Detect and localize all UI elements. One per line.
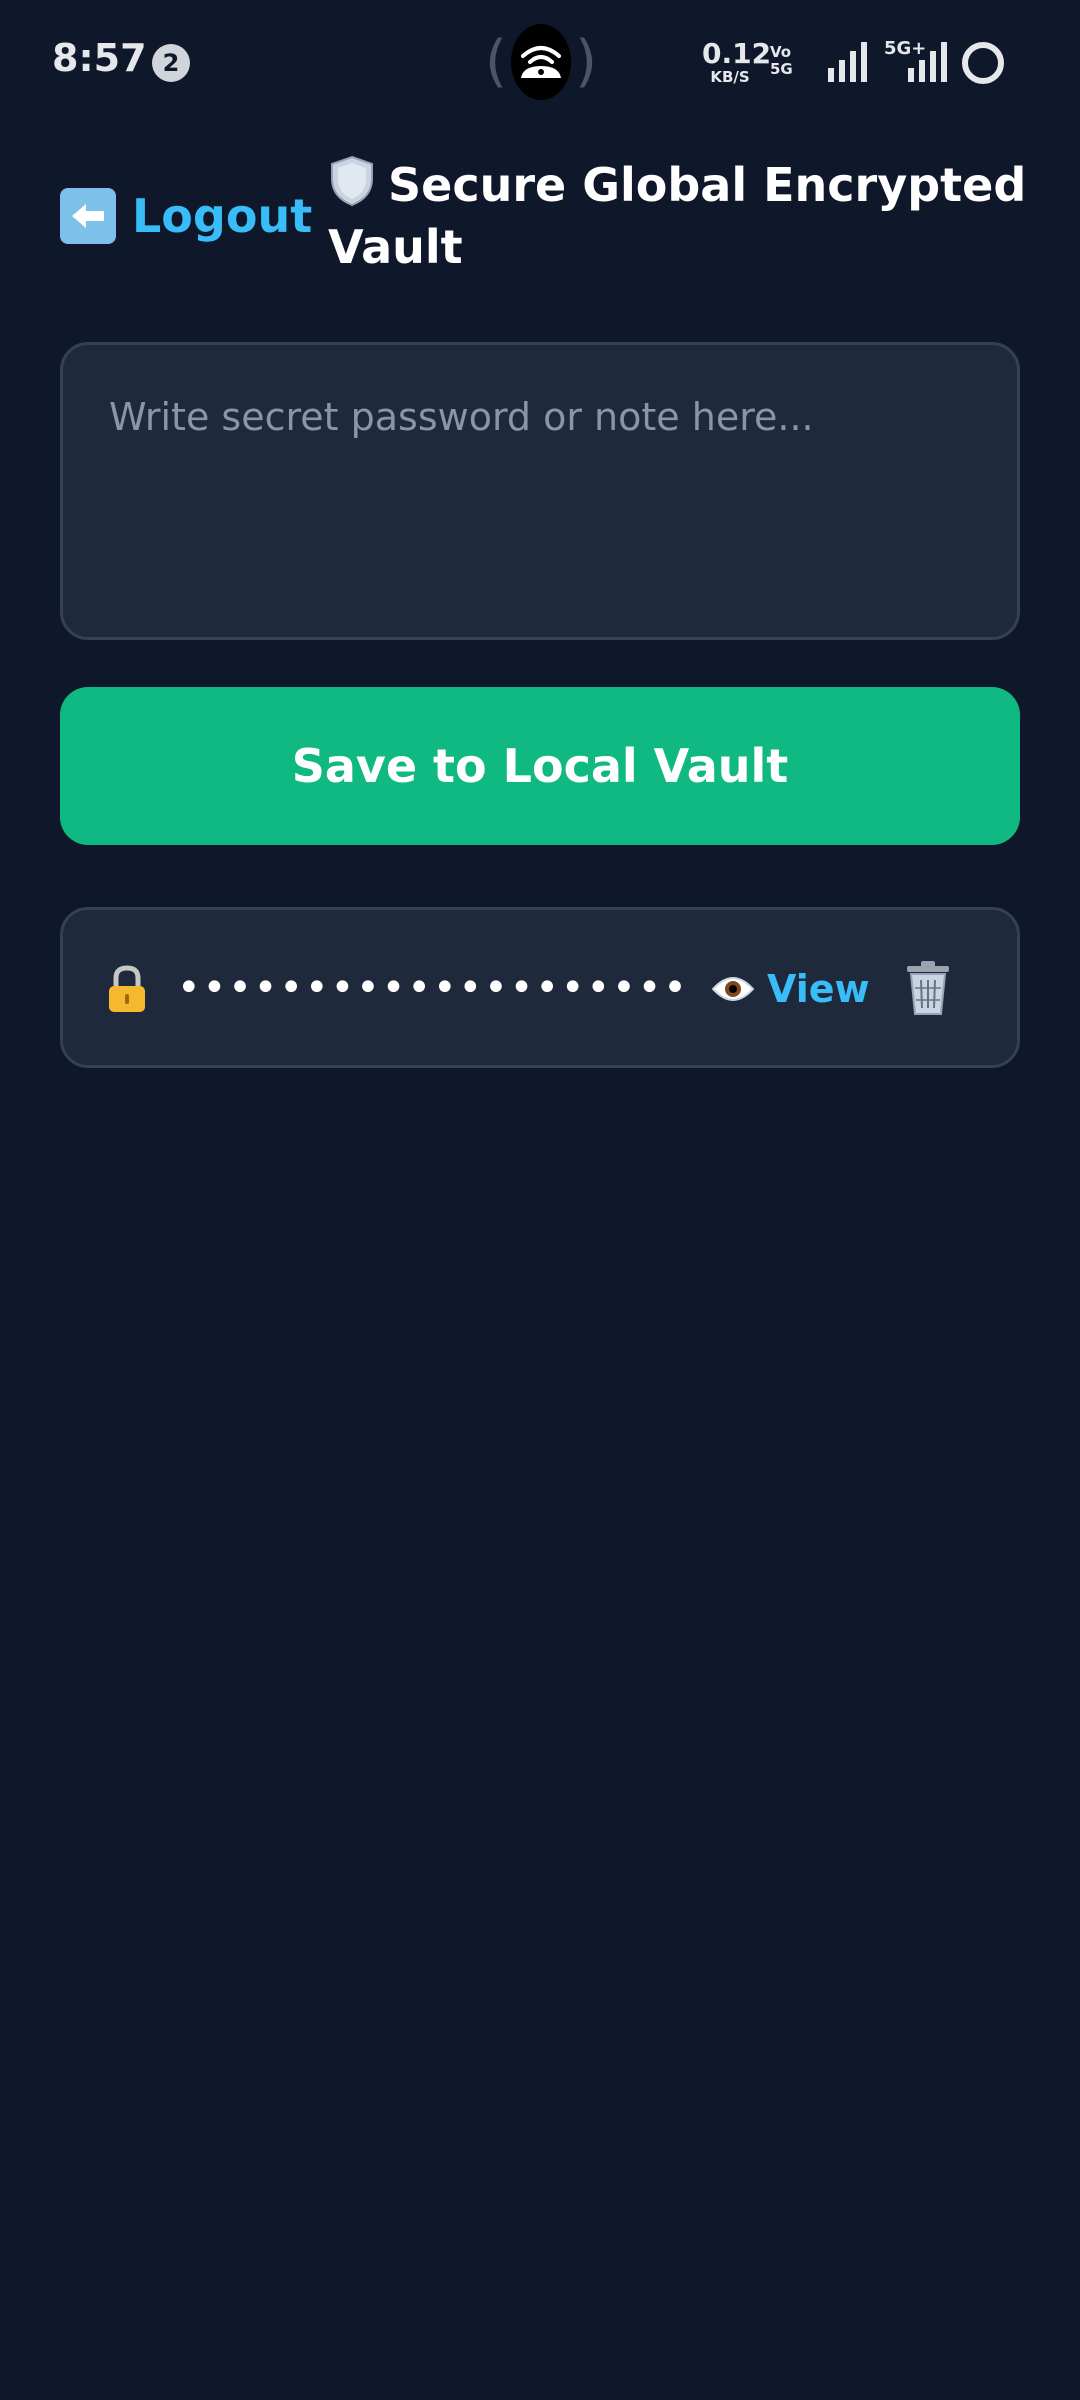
network-speed: 0.12 KB/S <box>702 37 772 86</box>
view-label: View <box>767 967 870 1011</box>
network-speed-value: 0.12 <box>702 37 772 70</box>
lock-icon <box>109 965 145 1012</box>
back-arrow-icon <box>60 188 116 244</box>
network-speed-unit: KB/S <box>710 68 750 86</box>
volte-indicator: Vo 5G <box>770 43 793 79</box>
masked-secret-value: •••••••••••••••••••• <box>177 965 689 1011</box>
logout-button[interactable]: Logout <box>60 186 312 246</box>
hotspot-right-bracket: ) <box>575 29 597 94</box>
vault-entry: •••••••••••••••••••• View <box>60 907 1020 1068</box>
page-title: Secure Global Encrypted Vault <box>328 154 1028 278</box>
trash-icon <box>907 961 949 1015</box>
secret-note-input[interactable] <box>60 342 1020 640</box>
view-secret-button[interactable]: View <box>711 954 870 1024</box>
page-title-text: Secure Global Encrypted Vault <box>328 158 1027 274</box>
eye-icon <box>711 977 755 1001</box>
status-bar: 8:57 2 ( ) 0.12 KB/S Vo 5G 5G+ <box>0 0 1080 128</box>
delete-entry-button[interactable] <box>903 960 963 1020</box>
status-time: 8:57 <box>52 36 147 80</box>
save-to-vault-button[interactable]: Save to Local Vault <box>60 687 1020 845</box>
shield-icon <box>331 155 373 207</box>
signal-strength-icon-2 <box>908 42 947 82</box>
battery-icon <box>962 42 1004 84</box>
volte-line2: 5G <box>770 60 793 79</box>
signal-strength-icon <box>828 42 867 82</box>
logout-label: Logout <box>132 189 313 243</box>
hotspot-indicator: ( ) <box>485 20 597 104</box>
volte-line1: Vo <box>770 43 792 61</box>
hotspot-icon <box>510 24 572 100</box>
header: Logout Secure Global Encrypted Vault <box>60 150 1040 290</box>
notification-count-badge: 2 <box>152 44 190 82</box>
hotspot-left-bracket: ( <box>485 29 507 94</box>
